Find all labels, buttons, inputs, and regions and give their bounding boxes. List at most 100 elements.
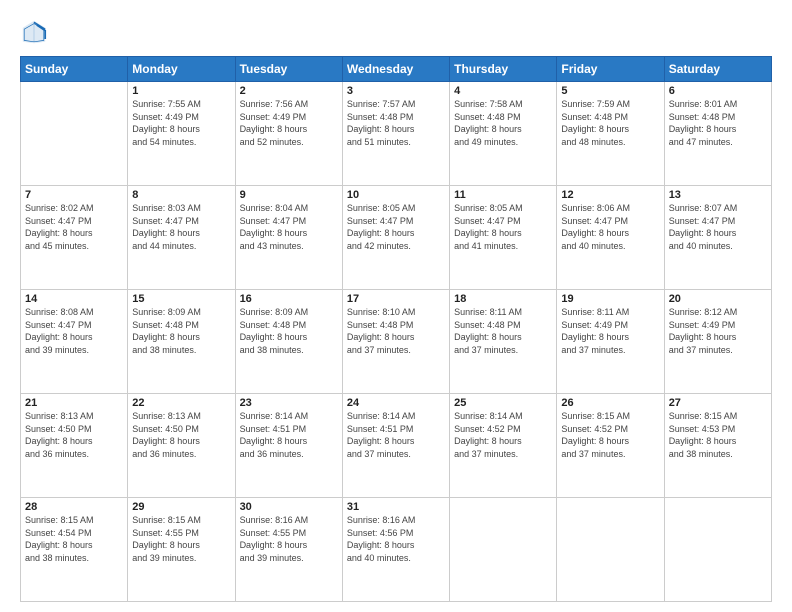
day-detail: Sunrise: 7:56 AMSunset: 4:49 PMDaylight:… — [240, 98, 338, 148]
calendar-week-2: 7Sunrise: 8:02 AMSunset: 4:47 PMDaylight… — [21, 186, 772, 290]
day-number: 31 — [347, 501, 445, 513]
calendar-cell: 5Sunrise: 7:59 AMSunset: 4:48 PMDaylight… — [557, 82, 664, 186]
logo-icon — [20, 18, 48, 46]
calendar-cell: 28Sunrise: 8:15 AMSunset: 4:54 PMDayligh… — [21, 498, 128, 602]
day-detail: Sunrise: 7:58 AMSunset: 4:48 PMDaylight:… — [454, 98, 552, 148]
day-detail: Sunrise: 8:12 AMSunset: 4:49 PMDaylight:… — [669, 306, 767, 356]
calendar-cell: 6Sunrise: 8:01 AMSunset: 4:48 PMDaylight… — [664, 82, 771, 186]
day-number: 20 — [669, 293, 767, 305]
calendar-header-saturday: Saturday — [664, 57, 771, 82]
day-number: 23 — [240, 397, 338, 409]
calendar-cell: 31Sunrise: 8:16 AMSunset: 4:56 PMDayligh… — [342, 498, 449, 602]
calendar-header-friday: Friday — [557, 57, 664, 82]
day-number: 4 — [454, 85, 552, 97]
calendar-cell: 23Sunrise: 8:14 AMSunset: 4:51 PMDayligh… — [235, 394, 342, 498]
day-detail: Sunrise: 8:15 AMSunset: 4:52 PMDaylight:… — [561, 410, 659, 460]
day-number: 27 — [669, 397, 767, 409]
calendar-cell: 17Sunrise: 8:10 AMSunset: 4:48 PMDayligh… — [342, 290, 449, 394]
day-detail: Sunrise: 8:10 AMSunset: 4:48 PMDaylight:… — [347, 306, 445, 356]
day-number: 18 — [454, 293, 552, 305]
day-detail: Sunrise: 8:15 AMSunset: 4:55 PMDaylight:… — [132, 514, 230, 564]
calendar-week-3: 14Sunrise: 8:08 AMSunset: 4:47 PMDayligh… — [21, 290, 772, 394]
calendar-cell: 27Sunrise: 8:15 AMSunset: 4:53 PMDayligh… — [664, 394, 771, 498]
calendar-cell: 7Sunrise: 8:02 AMSunset: 4:47 PMDaylight… — [21, 186, 128, 290]
calendar-cell: 14Sunrise: 8:08 AMSunset: 4:47 PMDayligh… — [21, 290, 128, 394]
calendar-cell — [450, 498, 557, 602]
day-number: 11 — [454, 189, 552, 201]
day-number: 9 — [240, 189, 338, 201]
calendar-cell: 18Sunrise: 8:11 AMSunset: 4:48 PMDayligh… — [450, 290, 557, 394]
day-detail: Sunrise: 8:14 AMSunset: 4:52 PMDaylight:… — [454, 410, 552, 460]
day-number: 13 — [669, 189, 767, 201]
calendar-cell: 12Sunrise: 8:06 AMSunset: 4:47 PMDayligh… — [557, 186, 664, 290]
calendar-header-thursday: Thursday — [450, 57, 557, 82]
calendar-cell: 21Sunrise: 8:13 AMSunset: 4:50 PMDayligh… — [21, 394, 128, 498]
day-number: 2 — [240, 85, 338, 97]
day-detail: Sunrise: 8:05 AMSunset: 4:47 PMDaylight:… — [347, 202, 445, 252]
day-number: 12 — [561, 189, 659, 201]
calendar-cell: 8Sunrise: 8:03 AMSunset: 4:47 PMDaylight… — [128, 186, 235, 290]
calendar-cell — [557, 498, 664, 602]
day-detail: Sunrise: 8:16 AMSunset: 4:55 PMDaylight:… — [240, 514, 338, 564]
day-number: 28 — [25, 501, 123, 513]
calendar-header-tuesday: Tuesday — [235, 57, 342, 82]
calendar-cell: 22Sunrise: 8:13 AMSunset: 4:50 PMDayligh… — [128, 394, 235, 498]
calendar-cell: 19Sunrise: 8:11 AMSunset: 4:49 PMDayligh… — [557, 290, 664, 394]
day-detail: Sunrise: 8:15 AMSunset: 4:53 PMDaylight:… — [669, 410, 767, 460]
day-detail: Sunrise: 8:06 AMSunset: 4:47 PMDaylight:… — [561, 202, 659, 252]
calendar-week-4: 21Sunrise: 8:13 AMSunset: 4:50 PMDayligh… — [21, 394, 772, 498]
calendar-week-1: 1Sunrise: 7:55 AMSunset: 4:49 PMDaylight… — [21, 82, 772, 186]
day-detail: Sunrise: 8:15 AMSunset: 4:54 PMDaylight:… — [25, 514, 123, 564]
day-detail: Sunrise: 8:04 AMSunset: 4:47 PMDaylight:… — [240, 202, 338, 252]
day-number: 19 — [561, 293, 659, 305]
day-detail: Sunrise: 7:57 AMSunset: 4:48 PMDaylight:… — [347, 98, 445, 148]
calendar-header-sunday: Sunday — [21, 57, 128, 82]
day-number: 14 — [25, 293, 123, 305]
day-number: 8 — [132, 189, 230, 201]
day-detail: Sunrise: 8:03 AMSunset: 4:47 PMDaylight:… — [132, 202, 230, 252]
calendar-cell: 24Sunrise: 8:14 AMSunset: 4:51 PMDayligh… — [342, 394, 449, 498]
day-number: 3 — [347, 85, 445, 97]
day-number: 5 — [561, 85, 659, 97]
day-number: 22 — [132, 397, 230, 409]
calendar-cell: 15Sunrise: 8:09 AMSunset: 4:48 PMDayligh… — [128, 290, 235, 394]
calendar-header-monday: Monday — [128, 57, 235, 82]
page: SundayMondayTuesdayWednesdayThursdayFrid… — [0, 0, 792, 612]
calendar-header-row: SundayMondayTuesdayWednesdayThursdayFrid… — [21, 57, 772, 82]
header — [20, 18, 772, 46]
day-number: 26 — [561, 397, 659, 409]
calendar-cell — [664, 498, 771, 602]
day-number: 29 — [132, 501, 230, 513]
calendar-week-5: 28Sunrise: 8:15 AMSunset: 4:54 PMDayligh… — [21, 498, 772, 602]
calendar-cell: 13Sunrise: 8:07 AMSunset: 4:47 PMDayligh… — [664, 186, 771, 290]
logo — [20, 18, 52, 46]
calendar-cell: 1Sunrise: 7:55 AMSunset: 4:49 PMDaylight… — [128, 82, 235, 186]
day-number: 1 — [132, 85, 230, 97]
calendar-cell: 30Sunrise: 8:16 AMSunset: 4:55 PMDayligh… — [235, 498, 342, 602]
day-number: 21 — [25, 397, 123, 409]
calendar-table: SundayMondayTuesdayWednesdayThursdayFrid… — [20, 56, 772, 602]
calendar-cell: 3Sunrise: 7:57 AMSunset: 4:48 PMDaylight… — [342, 82, 449, 186]
day-number: 10 — [347, 189, 445, 201]
day-detail: Sunrise: 8:02 AMSunset: 4:47 PMDaylight:… — [25, 202, 123, 252]
day-detail: Sunrise: 8:01 AMSunset: 4:48 PMDaylight:… — [669, 98, 767, 148]
calendar-cell: 2Sunrise: 7:56 AMSunset: 4:49 PMDaylight… — [235, 82, 342, 186]
calendar-cell: 10Sunrise: 8:05 AMSunset: 4:47 PMDayligh… — [342, 186, 449, 290]
day-number: 24 — [347, 397, 445, 409]
calendar-header-wednesday: Wednesday — [342, 57, 449, 82]
day-number: 7 — [25, 189, 123, 201]
calendar-cell: 16Sunrise: 8:09 AMSunset: 4:48 PMDayligh… — [235, 290, 342, 394]
day-detail: Sunrise: 8:11 AMSunset: 4:49 PMDaylight:… — [561, 306, 659, 356]
day-detail: Sunrise: 8:11 AMSunset: 4:48 PMDaylight:… — [454, 306, 552, 356]
calendar-cell: 9Sunrise: 8:04 AMSunset: 4:47 PMDaylight… — [235, 186, 342, 290]
day-number: 16 — [240, 293, 338, 305]
day-detail: Sunrise: 8:14 AMSunset: 4:51 PMDaylight:… — [347, 410, 445, 460]
day-number: 6 — [669, 85, 767, 97]
day-detail: Sunrise: 8:14 AMSunset: 4:51 PMDaylight:… — [240, 410, 338, 460]
day-number: 17 — [347, 293, 445, 305]
day-detail: Sunrise: 8:05 AMSunset: 4:47 PMDaylight:… — [454, 202, 552, 252]
calendar-cell: 20Sunrise: 8:12 AMSunset: 4:49 PMDayligh… — [664, 290, 771, 394]
calendar-cell: 4Sunrise: 7:58 AMSunset: 4:48 PMDaylight… — [450, 82, 557, 186]
calendar-cell — [21, 82, 128, 186]
day-number: 15 — [132, 293, 230, 305]
